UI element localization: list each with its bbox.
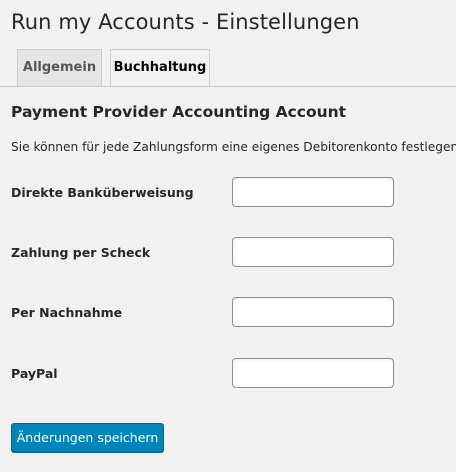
bank-transfer-input[interactable]	[232, 177, 394, 207]
cheque-input[interactable]	[232, 237, 394, 267]
settings-page: Run my Accounts - Einstellungen Allgemei…	[0, 0, 456, 472]
tabs-divider	[0, 86, 456, 87]
tab-accounting[interactable]: Buchhaltung	[110, 49, 210, 87]
cash-on-delivery-label: Per Nachnahme	[11, 305, 123, 320]
tab-general[interactable]: Allgemein	[17, 49, 102, 86]
bank-transfer-label: Direkte Banküberweisung	[11, 185, 194, 200]
save-button[interactable]: Änderungen speichern	[11, 423, 164, 452]
paypal-label: PayPal	[11, 366, 58, 381]
cheque-label: Zahlung per Scheck	[11, 245, 151, 260]
cash-on-delivery-input[interactable]	[232, 297, 394, 327]
section-title: Payment Provider Accounting Account	[11, 103, 347, 121]
page-title: Run my Accounts - Einstellungen	[11, 10, 360, 34]
paypal-input[interactable]	[232, 358, 394, 388]
section-description: Sie können für jede Zahlungsform eine ei…	[11, 140, 456, 154]
